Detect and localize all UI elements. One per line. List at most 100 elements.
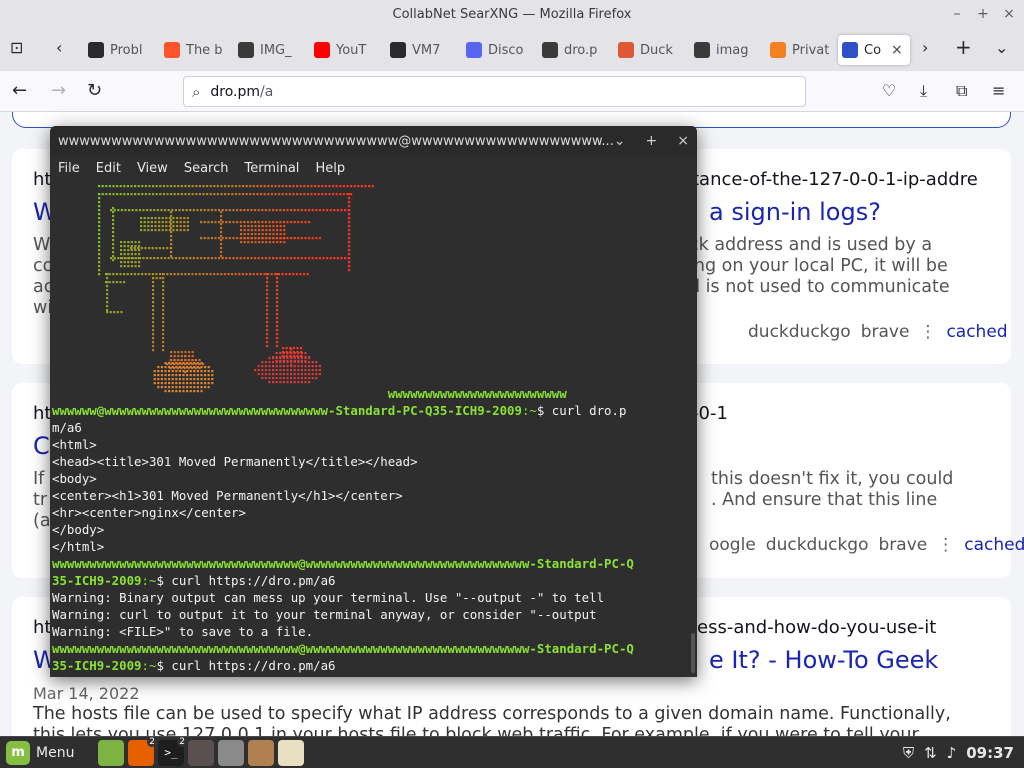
- result-title-tail[interactable]: a sign-in logs?: [709, 198, 881, 226]
- terminal-scrollbar[interactable]: [691, 633, 695, 673]
- tab[interactable]: VM7: [386, 35, 456, 65]
- tab-label: Privat: [792, 42, 830, 58]
- terminal-output[interactable]: wwwwwwwwwwwwwwwwwwwwwwww wwwwww@wwwwwwwww…: [50, 181, 697, 677]
- tab[interactable]: IMG_: [234, 35, 304, 65]
- launcher-glyph: >_: [164, 746, 178, 759]
- engine-label: oogle: [709, 535, 756, 555]
- url-bar[interactable]: ⌕ dro.pm/a: [183, 76, 806, 107]
- result-url-tail[interactable]: -0-1: [692, 403, 728, 424]
- terminal-text: $ curl dro.p: [536, 403, 627, 418]
- tab[interactable]: Privat: [766, 35, 836, 65]
- shield-icon[interactable]: ⛨: [903, 744, 914, 762]
- tab-overview-icon[interactable]: ⊡: [10, 38, 23, 57]
- terminal-line: <head><title>301 Moved Permanently</titl…: [52, 453, 418, 470]
- minimize-icon[interactable]: –: [950, 0, 964, 29]
- more-icon[interactable]: ⋮: [919, 322, 936, 342]
- terminal-close-icon[interactable]: ×: [677, 126, 689, 157]
- terminal-minimize-icon[interactable]: ⌄: [614, 126, 626, 157]
- firefox-launcher[interactable]: 2: [128, 736, 157, 766]
- result-url[interactable]: ht: [33, 617, 51, 638]
- back-icon[interactable]: ←: [12, 80, 27, 101]
- terminal-line: 35-ICH9-2009:~$ curl https://dro.pm/a6: [52, 657, 336, 674]
- terminal-text: $ curl https://dro.pm/a6: [156, 573, 336, 588]
- tab-label: Disco: [488, 42, 524, 58]
- tab-label: imag: [716, 42, 749, 58]
- terminal-menu-search[interactable]: Search: [184, 157, 229, 181]
- terminal-line: Warning: Binary output can mess up your …: [52, 589, 604, 606]
- tab[interactable]: Duck: [614, 35, 684, 65]
- terminal-menu-edit[interactable]: Edit: [96, 157, 121, 181]
- tab-label: VM7: [412, 42, 441, 58]
- terminal-maximize-icon[interactable]: +: [646, 126, 658, 157]
- forward-icon[interactable]: →: [51, 80, 66, 101]
- app-launcher-2[interactable]: [218, 739, 244, 766]
- clock[interactable]: 09:37: [966, 744, 1014, 762]
- navigation-toolbar: ← → ↻ ⌕ dro.pm/a ♡ ⤓ ⧉ ≡: [0, 71, 1024, 112]
- window-titlebar: CollabNet SearXNG — Mozilla Firefox – + …: [0, 0, 1024, 29]
- tab[interactable]: The b: [160, 35, 230, 65]
- terminal-menu-view[interactable]: View: [137, 157, 168, 181]
- result-engines: duckduckgo brave ⋮ cached: [748, 322, 1008, 342]
- terminal-window[interactable]: wwwwwwwwwwwwwwwwwwwwwwwwwwwwwwww@wwwwwww…: [50, 126, 697, 677]
- tab-scroll-left-icon[interactable]: ‹: [56, 38, 62, 57]
- terminal-line: wwwwww@wwwwwwwwwwwwwwwwwwwwwwwwwwwwww-St…: [52, 402, 626, 419]
- terminal-text: Warning: <FILE>" to save to a file.: [52, 624, 314, 639]
- terminal-line: <html>: [52, 436, 97, 453]
- app-launcher-1[interactable]: [188, 739, 214, 766]
- app-menu-icon[interactable]: ≡: [992, 81, 1005, 100]
- terminal-text: :~: [141, 658, 157, 673]
- result-snippet: W: [33, 235, 51, 255]
- app-launcher-3[interactable]: [248, 739, 274, 766]
- terminal-text: m/a6: [52, 420, 82, 435]
- result-body: The hosts file can be used to specify wh…: [33, 704, 951, 724]
- tab-scroll-right-icon[interactable]: ›: [922, 38, 928, 57]
- reload-icon[interactable]: ↻: [87, 80, 102, 101]
- extensions-icon[interactable]: ⧉: [956, 81, 967, 101]
- terminal-text: 35-ICH9-2009: [52, 573, 142, 588]
- search-icon: [842, 42, 858, 58]
- terminal-text: <head><title>301 Moved Permanently</titl…: [52, 454, 418, 469]
- maximize-icon[interactable]: +: [976, 0, 990, 29]
- cached-link[interactable]: cached: [946, 322, 1007, 342]
- tab[interactable]: imag: [690, 35, 760, 65]
- list-all-tabs-icon[interactable]: ⌄: [995, 38, 1008, 57]
- result-snippet: If: [33, 469, 45, 489]
- terminal-text: <hr><center>nginx</center>: [52, 505, 246, 520]
- tab[interactable]: Disco: [462, 35, 532, 65]
- result-url[interactable]: ht: [33, 403, 51, 424]
- result-url-tail[interactable]: ess-and-how-do-you-use-it: [697, 617, 936, 638]
- terminal-line: m/a6: [52, 419, 82, 436]
- url-path: /a: [260, 83, 274, 100]
- tab-close-icon[interactable]: ×: [887, 42, 907, 58]
- text-editor-launcher[interactable]: [278, 739, 304, 766]
- cached-link[interactable]: cached: [964, 535, 1024, 555]
- close-icon[interactable]: ×: [1002, 0, 1016, 29]
- network-icon[interactable]: ⇅: [924, 744, 937, 762]
- tab[interactable]: Probl: [84, 35, 154, 65]
- result-title-tail[interactable]: e It? - How-To Geek: [709, 646, 938, 674]
- more-icon[interactable]: ⋮: [937, 535, 954, 555]
- result-snippet: (a: [33, 511, 51, 531]
- terminal-line: wwwwwwwwwwwwwwwwwwwwwwwwwwwwwwwww@wwwwww…: [52, 640, 634, 657]
- terminal-menu-help[interactable]: Help: [315, 157, 345, 181]
- tab[interactable]: dro.p: [538, 35, 608, 65]
- start-menu-button[interactable]: m Menu: [0, 737, 90, 768]
- pocket-icon[interactable]: ♡: [882, 81, 896, 100]
- result-title[interactable]: C: [33, 432, 50, 460]
- window-count-badge: 2: [147, 736, 157, 747]
- tab-label: The b: [186, 42, 223, 58]
- taskbar-panel: m Menu 2 >_ 2 ⛨ ⇅ ♪ 09:37: [0, 736, 1024, 768]
- terminal-menu-terminal[interactable]: Terminal: [244, 157, 299, 181]
- volume-icon[interactable]: ♪: [947, 744, 957, 762]
- terminal-launcher[interactable]: >_ 2: [158, 736, 187, 766]
- tab[interactable]: YouT: [310, 35, 380, 65]
- terminal-menu-file[interactable]: File: [58, 157, 80, 181]
- terminal-text: <body>: [52, 471, 97, 486]
- new-tab-icon[interactable]: +: [955, 35, 972, 59]
- files-launcher[interactable]: [98, 739, 124, 766]
- terminal-titlebar[interactable]: wwwwwwwwwwwwwwwwwwwwwwwwwwwwwwww@wwwwwww…: [50, 126, 697, 157]
- tab-active[interactable]: Co ×: [838, 35, 910, 65]
- downloads-icon[interactable]: ⤓: [920, 81, 927, 101]
- result-url-tail[interactable]: tance-of-the-127-0-0-1-ip-addre: [692, 169, 978, 190]
- terminal-text: wwwwwwwwwwwwwwwwwwwwwwwwwwwwwwwww@wwwwww…: [52, 556, 634, 571]
